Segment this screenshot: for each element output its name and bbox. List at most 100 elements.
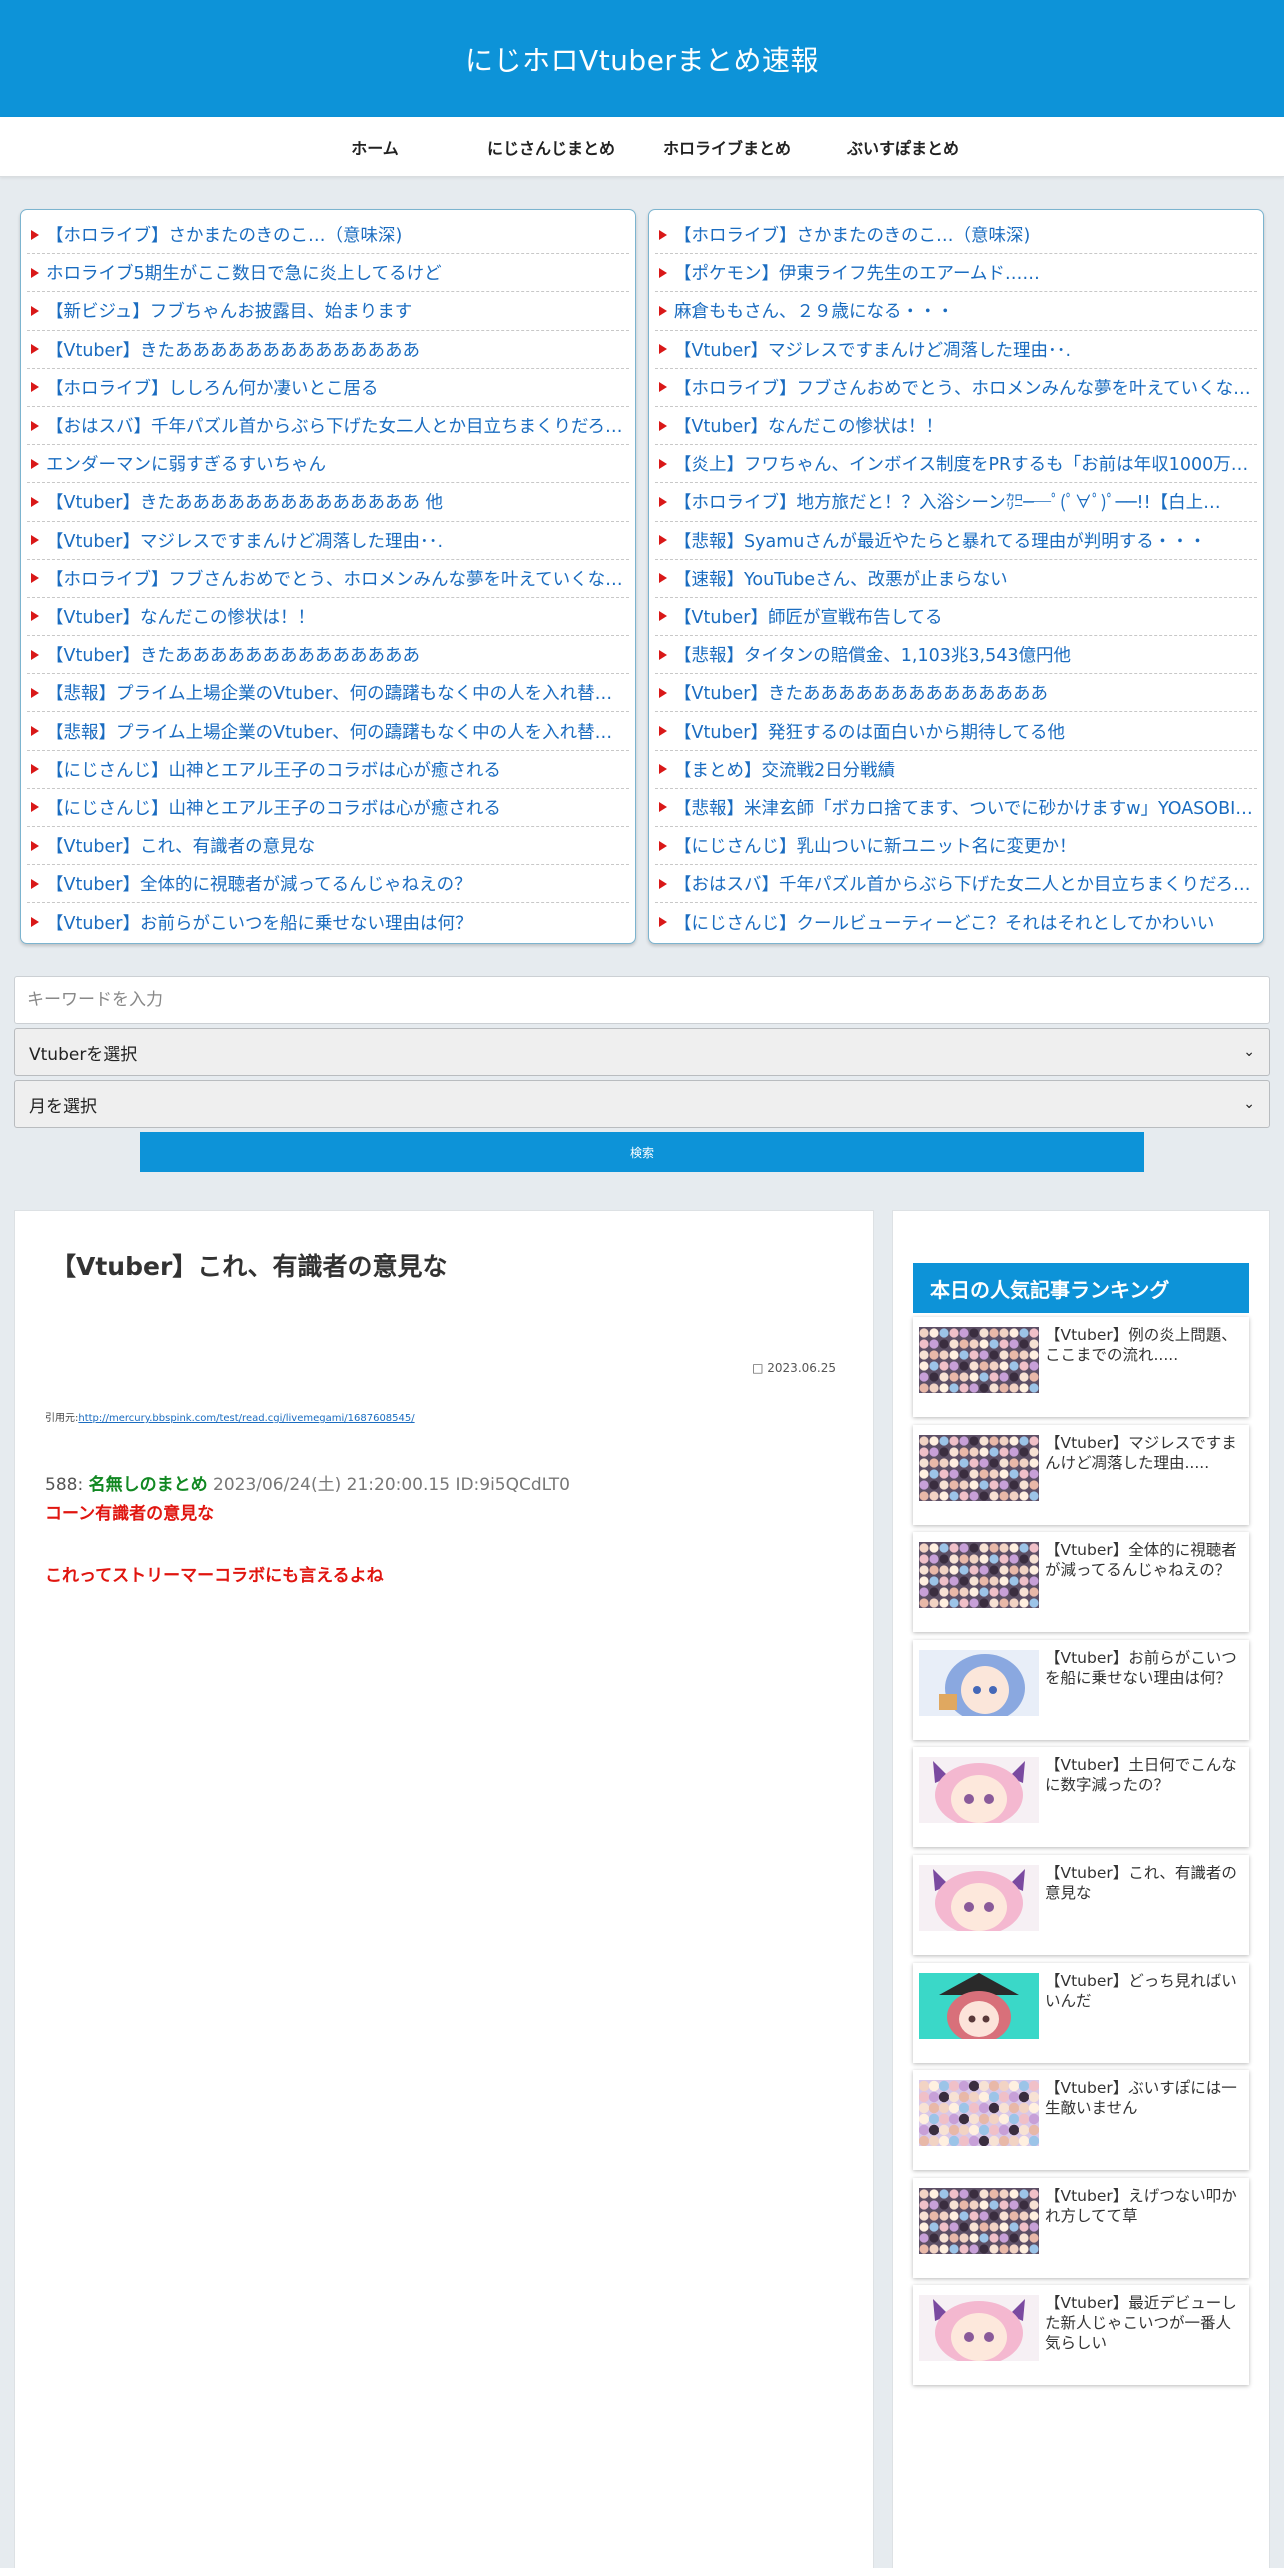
left-link-item[interactable]: 【Vtuber】マジレスですまんけど凋落した理由･･. (27, 522, 629, 560)
left-link-item[interactable]: 【にじさんじ】山神とエアル王子のコラボは心が癒される (27, 751, 629, 789)
triangle-bullet-icon (659, 535, 667, 546)
article-thumbnail (919, 2187, 1039, 2254)
article-thumbnail (919, 1649, 1039, 1722)
triangle-bullet-icon (659, 687, 667, 698)
link-text: 【Vtuber】これ、有識者の意見な (46, 837, 316, 858)
res-meta: 2023/06/24(土) 21:20:00.15 ID:9i5QCdLT0 (213, 1475, 570, 1495)
quote-source: 引用元:http://mercury.bbspink.com/test/read… (45, 1409, 843, 1424)
link-text: 【新ビジュ】フブちゃんお披露目、始まります (46, 302, 413, 323)
search-button[interactable]: 検索 (140, 1132, 1144, 1172)
link-text: 【Vtuber】師匠が宣戦布告してる (674, 607, 943, 628)
left-link-item[interactable]: 【悲報】プライム上場企業のVtuber、何の躊躇もなく中の人を入れ替え… (27, 674, 629, 713)
nav-vspo[interactable]: ぶいすぽまとめ (815, 117, 991, 176)
right-link-item[interactable]: 【にじさんじ】クールビューティーどこ？それはそれとしてかわいい (655, 903, 1257, 941)
ranking-item[interactable]: 【Vtuber】これ、有識者の意見な (913, 1854, 1249, 1955)
right-link-item[interactable]: 【Vtuber】マジレスですまんけど凋落した理由･･. (655, 331, 1257, 369)
ranking-item[interactable]: 【Vtuber】最近デビューした新人じゃこいつが一番人気らしい (913, 2285, 1249, 2386)
ranking-item[interactable]: 【Vtuber】えげつない叩かれ方してて草 (913, 2177, 1249, 2278)
triangle-bullet-icon (31, 229, 39, 240)
right-link-item[interactable]: 【ホロライブ】フブさんおめでとう、ホロメンみんな夢を叶えていくな… (655, 369, 1257, 407)
left-link-item[interactable]: 【ホロライブ】フブさんおめでとう、ホロメンみんな夢を叶えていくな… (27, 560, 629, 598)
article-thumbnail (919, 1434, 1039, 1501)
ranking-item-title: 【Vtuber】マジレスですまんけど凋落した理由..... (1045, 1433, 1237, 1472)
right-link-item[interactable]: 【悲報】米津玄師「ボカロ捨てます、ついでに砂かけますw」YOASOBI… (655, 789, 1257, 827)
main-article: 【Vtuber】これ、有識者の意見な □ 2023.06.25 引用元:http… (14, 1210, 874, 2568)
triangle-bullet-icon (659, 382, 667, 393)
triangle-bullet-icon (31, 305, 39, 316)
right-link-item[interactable]: 麻倉ももさん、２９歳になる・・・ (655, 292, 1257, 331)
ranking-item[interactable]: 【Vtuber】ぶいすぽには一生敵いません (913, 2070, 1249, 2171)
ranking-item-title: 【Vtuber】どっち見ればいいんだ (1045, 1971, 1237, 2010)
left-link-item[interactable]: 【にじさんじ】山神とエアル王子のコラボは心が癒される (27, 789, 629, 827)
article-thumbnail (919, 2295, 1039, 2366)
triangle-bullet-icon (659, 611, 667, 622)
left-link-item[interactable]: 【Vtuber】きたああああああああああああああ 他 (27, 483, 629, 522)
month-select-value: 月を選択 (29, 1096, 97, 1117)
site-title[interactable]: にじホロVtuberまとめ速報 (465, 39, 819, 79)
right-link-item[interactable]: 【速報】YouTubeさん、改悪が止まらない (655, 560, 1257, 598)
link-text: 【ホロライブ】地方旅だと！？入浴シーン㌍──ﾟ(ﾟ∀ﾟ)ﾟ──!!【白上… (674, 493, 1221, 514)
right-link-item[interactable]: 【悲報】タイタンの賠償金、1,103兆3,543億円他 (655, 636, 1257, 675)
left-link-item[interactable]: 【Vtuber】全体的に視聴者が減ってるんじゃねえの？ (27, 865, 629, 904)
right-link-item[interactable]: 【まとめ】交流戦2日分戦績 (655, 751, 1257, 789)
quote-prefix: 引用元: (45, 1413, 79, 1424)
right-link-item[interactable]: 【悲報】Syamuさんが最近やたらと暴れてる理由が判明する・・・ (655, 522, 1257, 560)
keyword-input[interactable] (14, 976, 1270, 1024)
left-link-item[interactable]: 【Vtuber】きたああああああああああああああ (27, 331, 629, 369)
right-link-item[interactable]: 【ホロライブ】さかまたのきのこ…（意味深) (655, 216, 1257, 255)
site-header: にじホロVtuberまとめ速報 (0, 0, 1284, 117)
link-text: 【おはスバ】千年パズル首からぶら下げた女二人とか目立ちまくりだろ… (46, 417, 623, 438)
vtuber-select[interactable]: Vtuberを選択 ⌄ (14, 1028, 1270, 1076)
link-text: エンダーマンに弱すぎるすいちゃん (46, 455, 326, 476)
ranking-item[interactable]: 【Vtuber】全体的に視聴者が減ってるんじゃねえの？ (913, 1532, 1249, 1633)
link-text: 【にじさんじ】山神とエアル王子のコラボは心が癒される (46, 760, 501, 781)
triangle-bullet-icon (31, 917, 39, 928)
right-link-panel: 【ホロライブ】さかまたのきのこ…（意味深) 【ポケモン】伊東ライフ先生のエアームド… (648, 209, 1264, 944)
res-body-line-1: コーン有識者の意見な (45, 1504, 215, 1524)
right-link-item[interactable]: 【ホロライブ】地方旅だと！？入浴シーン㌍──ﾟ(ﾟ∀ﾟ)ﾟ──!!【白上… (655, 483, 1257, 522)
triangle-bullet-icon (659, 267, 667, 278)
ranking-item[interactable]: 【Vtuber】マジレスですまんけど凋落した理由..... (913, 1424, 1249, 1525)
left-link-item[interactable]: 【Vtuber】きたああああああああああああああ (27, 636, 629, 675)
month-select[interactable]: 月を選択 ⌄ (14, 1080, 1270, 1128)
ranking-item[interactable]: 【Vtuber】どっち見ればいいんだ (913, 1962, 1249, 2063)
quote-source-link[interactable]: http://mercury.bbspink.com/test/read.cgi… (78, 1413, 414, 1424)
link-text: 【Vtuber】きたああああああああああああああ (46, 340, 420, 361)
link-text: 【Vtuber】なんだこの惨状は！！ (674, 417, 943, 438)
nav-hololive[interactable]: ホロライブまとめ (639, 117, 815, 176)
triangle-bullet-icon (31, 344, 39, 355)
right-link-item[interactable]: 【Vtuber】なんだこの惨状は！！ (655, 407, 1257, 446)
triangle-bullet-icon (31, 687, 39, 698)
link-text: 【Vtuber】マジレスですまんけど凋落した理由･･. (46, 531, 444, 552)
right-link-item[interactable]: 【おはスバ】千年パズル首からぶら下げた女二人とか目立ちまくりだろ… (655, 865, 1257, 904)
left-link-item[interactable]: エンダーマンに弱すぎるすいちゃん (27, 445, 629, 484)
right-link-item[interactable]: 【Vtuber】師匠が宣戦布告してる (655, 598, 1257, 637)
right-link-item[interactable]: 【ポケモン】伊東ライフ先生のエアームド…… (655, 254, 1257, 293)
right-link-item[interactable]: 【にじさんじ】乳山ついに新ユニット名に変更か！ (655, 827, 1257, 866)
left-link-item[interactable]: 【ホロライブ】ししろん何か凄いとこ居る (27, 369, 629, 407)
triangle-bullet-icon (659, 420, 667, 431)
left-link-item[interactable]: ホロライブ5期生がここ数日で急に炎上してるけど (27, 254, 629, 293)
res-body-line-2: これってストリーマーコラボにも言えるよね (45, 1566, 384, 1586)
left-link-item[interactable]: 【Vtuber】なんだこの惨状は！！ (27, 598, 629, 637)
triangle-bullet-icon (31, 496, 39, 507)
left-link-item[interactable]: 【Vtuber】これ、有識者の意見な (27, 827, 629, 866)
link-text: 【まとめ】交流戦2日分戦績 (674, 760, 896, 781)
link-text: 【ホロライブ】さかまたのきのこ…（意味深) (46, 226, 403, 247)
link-text: 【Vtuber】全体的に視聴者が減ってるんじゃねえの？ (46, 875, 472, 896)
nav-home[interactable]: ホーム (287, 117, 463, 176)
right-link-item[interactable]: 【Vtuber】きたああああああああああああああ (655, 674, 1257, 713)
ranking-item-title: 【Vtuber】土日何でこんなに数字減ったの？ (1045, 1756, 1237, 1795)
left-link-item[interactable]: 【ホロライブ】さかまたのきのこ…（意味深) (27, 216, 629, 255)
left-link-item[interactable]: 【新ビジュ】フブちゃんお披露目、始まります (27, 292, 629, 331)
left-link-item[interactable]: 【Vtuber】お前らがこいつを船に乗せない理由は何？ (27, 903, 629, 941)
nav-nijisanji[interactable]: にじさんじまとめ (463, 117, 639, 176)
right-link-item[interactable]: 【Vtuber】発狂するのは面白いから期待してる他 (655, 712, 1257, 751)
right-link-item[interactable]: 【炎上】フワちゃん、インボイス制度をPRするも「お前は年収1000万… (655, 445, 1257, 484)
ranking-item[interactable]: 【Vtuber】土日何でこんなに数字減ったの？ (913, 1747, 1249, 1848)
ranking-item[interactable]: 【Vtuber】お前らがこいつを船に乗せない理由は何？ (913, 1639, 1249, 1740)
ranking-item-title: 【Vtuber】最近デビューした新人じゃこいつが一番人気らしい (1045, 2294, 1237, 2353)
left-link-item[interactable]: 【悲報】プライム上場企業のVtuber、何の躊躇もなく中の人を入れ替え… (27, 712, 629, 751)
ranking-item[interactable]: 【Vtuber】例の炎上問題、ここまでの流れ..... (913, 1317, 1249, 1417)
left-link-item[interactable]: 【おはスバ】千年パズル首からぶら下げた女二人とか目立ちまくりだろ… (27, 407, 629, 446)
